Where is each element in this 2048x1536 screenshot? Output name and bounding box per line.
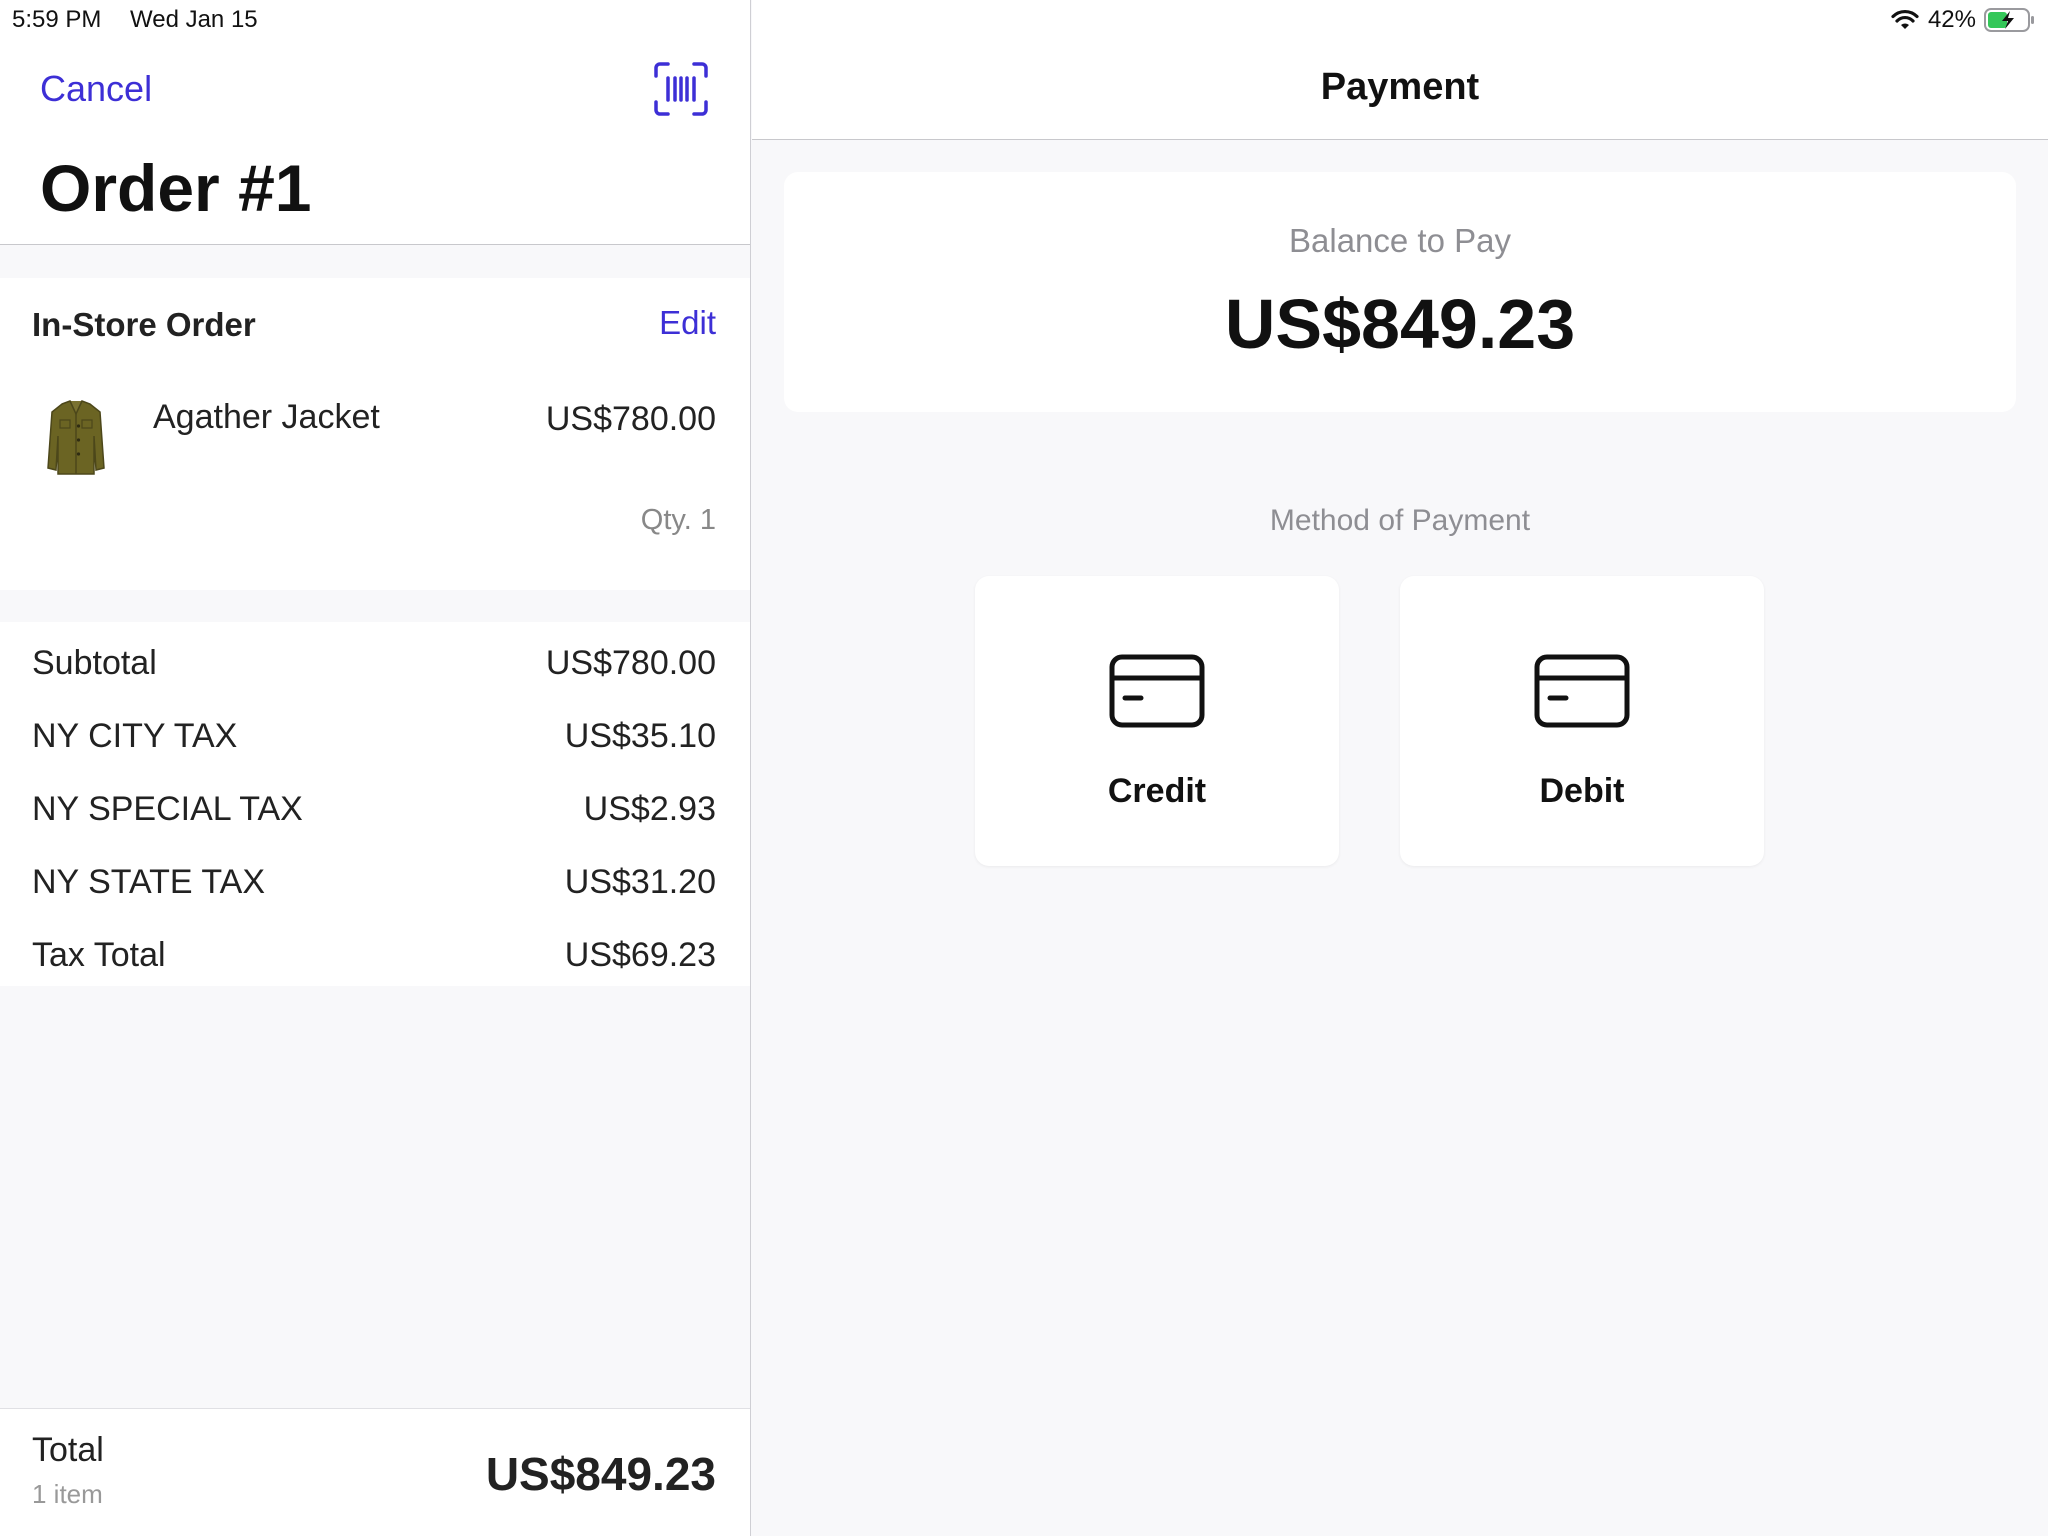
jacket-thumbnail	[47, 400, 105, 475]
payment-title: Payment	[1320, 66, 1480, 108]
summary-value: US$2.93	[583, 789, 716, 828]
summary-label: Subtotal	[32, 643, 157, 682]
order-pane: Cancel Order #1 In-Store Order Edit Agat…	[0, 0, 751, 1536]
order-type-label: In-Store Order	[32, 306, 256, 343]
battery-percent: 42%	[1927, 6, 1976, 33]
credit-label: Credit	[1107, 772, 1207, 810]
total-label: Total	[32, 1431, 104, 1469]
item-count: 1 item	[32, 1479, 103, 1509]
summary-value: US$35.10	[564, 716, 716, 755]
item-quantity: Qty. 1	[640, 504, 716, 536]
status-date: Wed Jan 15	[130, 6, 258, 33]
debit-payment-button[interactable]: Debit	[1400, 576, 1764, 866]
summary-row-ny-city-tax: NY CITY TAX US$35.10	[32, 711, 716, 761]
status-time: 5:59 PM	[12, 6, 102, 33]
payment-method-label: Method of Payment	[1269, 504, 1531, 537]
credit-card-icon	[1109, 654, 1205, 728]
order-total-bar: Total 1 item US$849.23	[0, 1408, 750, 1536]
summary-label: Tax Total	[32, 935, 166, 974]
balance-value: US$849.23	[1224, 285, 1576, 363]
item-name: Agather Jacket	[153, 398, 380, 436]
summary-value: US$69.23	[564, 935, 716, 974]
summary-row-tax-total: Tax Total US$69.23	[32, 930, 716, 980]
debit-label: Debit	[1539, 772, 1625, 810]
cancel-button[interactable]: Cancel	[40, 68, 152, 110]
battery-charging-icon	[1984, 8, 2034, 32]
summary-row-ny-state-tax: NY STATE TAX US$31.20	[32, 857, 716, 907]
balance-card: Balance to Pay US$849.23	[784, 172, 2016, 412]
summary-label: NY STATE TAX	[32, 862, 266, 901]
total-value: US$849.23	[485, 1448, 716, 1500]
edit-order-button[interactable]: Edit	[659, 304, 716, 342]
page-title: Order #1	[40, 151, 312, 225]
in-store-order-card: In-Store Order Edit Agather Jacket US$78…	[0, 278, 750, 590]
item-price: US$780.00	[545, 400, 716, 438]
status-indicators: 42%	[1890, 6, 2036, 34]
barcode-scan-button[interactable]	[654, 62, 708, 116]
summary-row-ny-special-tax: NY SPECIAL TAX US$2.93	[32, 784, 716, 834]
summary-value: US$31.20	[564, 862, 716, 901]
debit-card-icon	[1534, 654, 1630, 728]
summary-label: NY CITY TAX	[32, 716, 238, 755]
credit-payment-button[interactable]: Credit	[975, 576, 1339, 866]
summary-value: US$780.00	[545, 643, 716, 682]
summary-label: NY SPECIAL TAX	[32, 789, 303, 828]
wifi-icon	[1891, 9, 1919, 29]
balance-label: Balance to Pay	[1289, 222, 1511, 259]
barcode-scan-icon	[654, 62, 708, 116]
order-summary: Subtotal US$780.00 NY CITY TAX US$35.10 …	[0, 622, 750, 986]
status-bar: 5:59 PM Wed Jan 15 42%	[0, 0, 2048, 40]
summary-row-subtotal: Subtotal US$780.00	[32, 638, 716, 688]
